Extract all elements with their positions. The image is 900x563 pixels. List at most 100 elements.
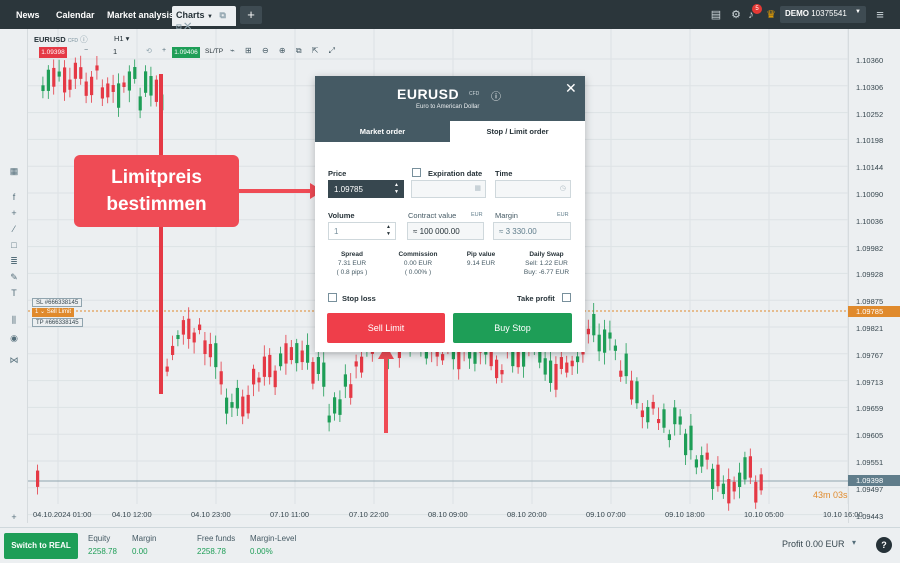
info-icon[interactable]: ⓘ [491, 88, 501, 103]
sell-price-button[interactable]: 1.09398 [39, 47, 67, 58]
indicator-icon[interactable]: ⫼ [8, 314, 20, 326]
minus-icon[interactable]: − [84, 47, 88, 54]
dialog-title: EURUSD [397, 86, 460, 102]
info-icon[interactable]: ⓘ [80, 35, 88, 44]
eye-icon[interactable]: ◉ [8, 332, 20, 344]
tp-order-tag[interactable]: TP #666338145 [32, 318, 83, 327]
margin-label: Margin [495, 211, 518, 220]
tp-order-label: TP #666338145 [36, 320, 79, 326]
candle-body [559, 357, 563, 369]
candle-body [554, 363, 558, 390]
tab-market-analysis[interactable]: Market analysis [107, 7, 174, 23]
plus-icon[interactable]: + [162, 47, 166, 54]
time-input[interactable]: ◷ [495, 180, 571, 198]
candle-body [700, 455, 704, 467]
layout-icon[interactable]: ▤ [709, 8, 723, 22]
calendar-icon: ▦ [474, 185, 481, 192]
price-axis-label: 1.09821 [856, 324, 884, 333]
time-label: Time [495, 169, 513, 178]
stop-loss-label: Stop loss [342, 294, 376, 303]
help-button[interactable]: ? [876, 537, 892, 553]
text-icon[interactable]: T [8, 287, 20, 299]
candle-body [327, 415, 331, 423]
sl-order-tag[interactable]: SL #666338145 [32, 298, 83, 307]
crosshair-icon[interactable]: + [8, 207, 20, 219]
candle-body [500, 370, 504, 375]
expiration-date-input[interactable]: ▦ [411, 180, 486, 198]
close-icon[interactable]: ✕ [565, 80, 577, 97]
candle-body [133, 67, 137, 79]
account-status-bar: Switch to REAL Equity 2258.78 Margin 0.00 … [0, 527, 900, 563]
stepper-icon[interactable]: ▲ ▼ [386, 224, 391, 238]
price-input[interactable]: 1.09785 ▲ ▼ [328, 180, 404, 198]
pip-value: 9.14 EUR [466, 260, 496, 267]
candle-body [349, 384, 353, 398]
tab-news[interactable]: News [16, 7, 40, 23]
candle-body [181, 320, 185, 335]
tab-charts[interactable]: Charts ▼ ⧉ ⊡ ✕ [172, 6, 236, 31]
spread-info: Spread 7.31 EUR ( 0.8 pips ) [327, 250, 377, 277]
stepper-icon[interactable]: ▲ ▼ [394, 182, 399, 196]
line-tool-icon[interactable]: ⁄ [8, 223, 20, 235]
price-axis-label: 1.09982 [856, 243, 884, 253]
share-icon[interactable]: ⋈ [8, 354, 20, 366]
switch-to-real-button[interactable]: Switch to REAL [4, 533, 78, 559]
menu-icon[interactable]: ≡ [873, 8, 887, 22]
commission-label: Commission [398, 251, 438, 258]
symbol-label[interactable]: EURUSD [34, 35, 66, 44]
add-tab-button[interactable]: + [240, 6, 262, 24]
rectangle-icon[interactable]: □ [8, 239, 20, 251]
daily-swap-buy: Buy: -6.77 EUR [523, 269, 570, 276]
price-label: Price [328, 169, 347, 178]
candle-body [684, 433, 688, 456]
expiration-checkbox[interactable] [412, 168, 421, 177]
contract-value-field: ≈ 100 000.00 [407, 222, 484, 240]
volume-label: Volume [328, 211, 355, 220]
crown-icon[interactable]: ♛ [764, 8, 778, 22]
sltp-toggle[interactable]: SL/TP [205, 48, 223, 55]
lock-icon[interactable]: ⟲ [146, 47, 152, 55]
candle-body [138, 96, 142, 111]
pencil-icon[interactable]: ✎ [8, 271, 20, 283]
candle-body [522, 349, 526, 367]
tab-market-order[interactable]: Market order [315, 121, 450, 142]
time-axis-label: 08.10 09:00 [428, 510, 468, 519]
grid-icon[interactable]: ▦ [8, 165, 20, 177]
function-icon[interactable]: f [8, 191, 20, 203]
price-axis-label: 1.09551 [856, 458, 884, 467]
chart-tools-icons[interactable]: ⌁ ⊞ ⊖ ⊕ ⧉ ⇱ ⤢ [230, 46, 339, 56]
connection-icon[interactable]: ⚙ [729, 8, 743, 22]
timeframe-selector[interactable]: H1 ▾ [114, 34, 129, 43]
candle-body [90, 76, 94, 96]
sl-order-label: SL #666338145 [36, 300, 79, 306]
buy-stop-button[interactable]: Buy Stop [453, 313, 572, 343]
candle-body [333, 397, 337, 414]
candle-body [111, 85, 115, 92]
take-profit-label: Take profit [517, 294, 555, 303]
account-number: 10375541 [811, 9, 847, 18]
commission-value: 0.00 EUR [403, 260, 433, 267]
take-profit-checkbox[interactable] [562, 293, 571, 302]
fibonacci-icon[interactable]: ≣ [8, 255, 20, 267]
quantity-input[interactable]: 1 [113, 47, 117, 56]
candle-body [79, 67, 83, 79]
candle-body [657, 419, 661, 424]
tab-stop-limit-order[interactable]: Stop / Limit order [450, 121, 585, 142]
chevron-down-icon[interactable]: ▼ [207, 14, 213, 20]
candle-body [613, 345, 617, 351]
dialog-subtitle: Euro to American Dollar [416, 104, 480, 110]
account-selector[interactable]: DEMO 10375541 ▼ [780, 6, 866, 23]
candle-body [262, 356, 266, 377]
volume-input[interactable]: 1 ▲ ▼ [328, 222, 396, 240]
sell-limit-order-tag[interactable]: 1 ⌄ Sell Limit [32, 308, 75, 317]
tab-calendar[interactable]: Calendar [56, 7, 95, 23]
callout-line-1: Limitpreis [111, 167, 202, 188]
candle-body [322, 362, 326, 387]
buy-price-button[interactable]: 1.09406 [172, 47, 200, 58]
candle-body [441, 354, 445, 361]
add-icon[interactable]: + [8, 511, 20, 523]
chevron-down-icon[interactable]: ▾ [852, 538, 856, 547]
stop-loss-checkbox[interactable] [328, 293, 337, 302]
margin-field: ≈ 3 330.00 [493, 222, 571, 240]
sell-limit-button[interactable]: Sell Limit [327, 313, 445, 343]
